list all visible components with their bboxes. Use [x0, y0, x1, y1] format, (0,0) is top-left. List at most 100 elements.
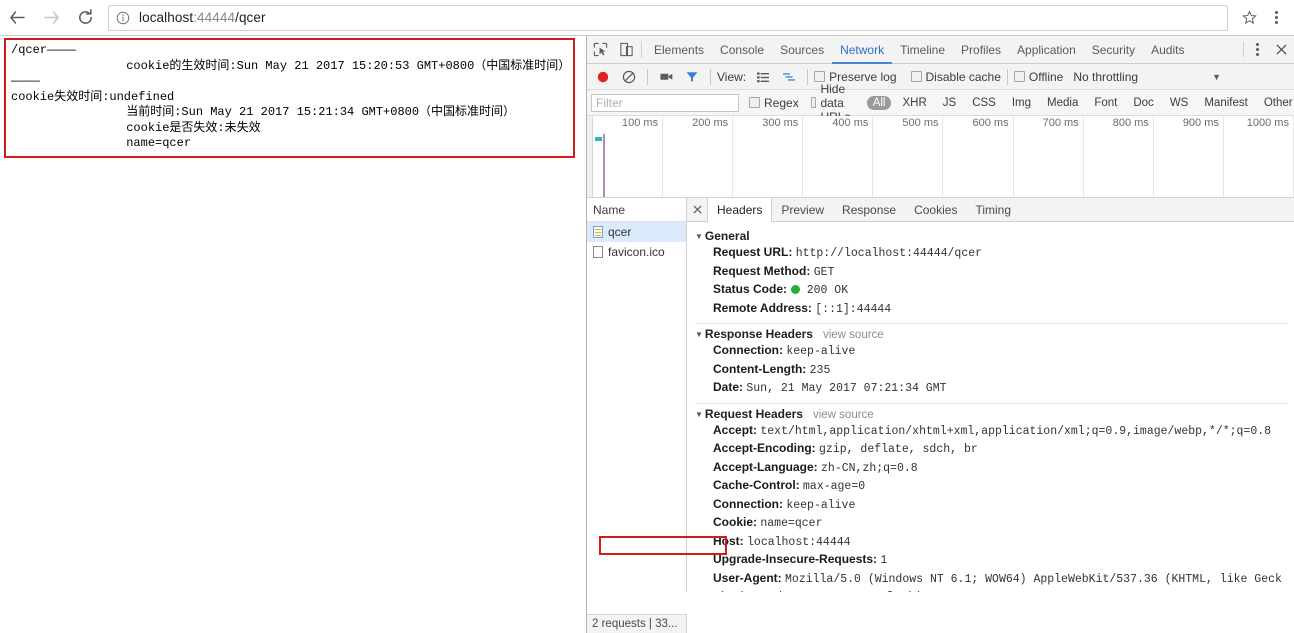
back-icon[interactable]: [0, 1, 34, 35]
request-row-favicon[interactable]: favicon.ico: [587, 242, 686, 262]
tab-console[interactable]: Console: [712, 37, 772, 64]
filter-doc[interactable]: Doc: [1128, 96, 1158, 110]
toggle-device-toolbar-icon[interactable]: [613, 36, 639, 63]
triangle-down-icon: ▼: [695, 330, 703, 339]
status-ok-dot-icon: [791, 285, 801, 294]
tick-label: 800 ms: [1112, 117, 1149, 129]
record-circle-icon[interactable]: [591, 65, 615, 89]
tab-audits[interactable]: Audits: [1143, 37, 1192, 64]
tick-label: 600 ms: [972, 117, 1009, 129]
checkbox-box: [1013, 71, 1025, 82]
header-remote-address: Remote Address: [::1]:44444: [713, 300, 892, 316]
tabbar-spacer: [1192, 36, 1241, 63]
info-circle-icon[interactable]: [115, 10, 131, 26]
tab-sources[interactable]: Sources: [772, 37, 832, 64]
header-user-agent: User-Agent: Mozilla/5.0 (Windows NT 6.1;…: [713, 570, 1282, 593]
details-tabbar: Headers Preview Response Cookies Timing: [687, 198, 1294, 222]
filter-font[interactable]: Font: [1089, 96, 1122, 110]
toolbar-divider: [641, 41, 642, 58]
view-source-link[interactable]: view source: [823, 329, 884, 341]
tab-timeline[interactable]: Timeline: [892, 37, 953, 64]
checkbox-box: [810, 97, 817, 108]
details-tab-headers[interactable]: Headers: [707, 198, 773, 222]
close-icon[interactable]: [1268, 36, 1294, 63]
header-upgrade-insecure-requests: Upgrade-Insecure-Requests: 1: [713, 552, 888, 567]
details-tab-cookies[interactable]: Cookies: [905, 198, 966, 221]
devtools-tabbar: Elements Console Sources Network Timelin…: [587, 36, 1294, 64]
list-view-icon[interactable]: [751, 65, 775, 89]
header-request-method: Request Method: GET: [713, 263, 835, 279]
dom-content-loaded-marker: [603, 134, 605, 197]
bookmark-star-icon[interactable]: [1236, 6, 1262, 30]
inspect-element-icon[interactable]: [587, 36, 613, 63]
filter-input[interactable]: [591, 93, 739, 112]
details-tab-preview[interactable]: Preview: [772, 198, 833, 221]
reload-icon[interactable]: [68, 1, 102, 35]
section-divider: [695, 402, 1288, 404]
tick-label: 100 ms: [622, 117, 659, 129]
tab-profiles[interactable]: Profiles: [953, 37, 1009, 64]
header-connection-response: Connection: keep-alive: [713, 343, 856, 358]
forward-icon[interactable]: [34, 1, 68, 35]
tick-label: 300 ms: [762, 117, 799, 129]
details-tab-response[interactable]: Response: [833, 198, 905, 221]
request-row-qcer[interactable]: qcer: [587, 222, 686, 242]
filter-xhr[interactable]: XHR: [897, 96, 931, 110]
filter-css[interactable]: CSS: [967, 96, 1001, 110]
header-accept-encoding: Accept-Encoding: gzip, deflate, sdch, br: [713, 441, 978, 456]
kebab-menu-icon[interactable]: [1246, 36, 1268, 63]
regex-checkbox[interactable]: Regex: [749, 96, 799, 110]
header-accept: Accept: text/html,application/xhtml+xml,…: [713, 422, 1272, 438]
header-date: Date: Sun, 21 May 2017 07:21:34 GMT: [713, 380, 947, 395]
filter-img[interactable]: Img: [1007, 96, 1036, 110]
response-headers-section-header[interactable]: ▼ Response Headers view source: [695, 327, 1294, 341]
tab-network[interactable]: Network: [832, 37, 893, 64]
request-list-panel: Name qcer favicon.ico: [587, 198, 687, 592]
tabbar-divider-right: [1243, 42, 1244, 57]
general-section-header[interactable]: ▼ General: [695, 229, 1294, 243]
header-accept-language: Accept-Language: zh-CN,zh;q=0.8: [713, 459, 918, 475]
filter-other[interactable]: Other: [1259, 96, 1294, 110]
header-cache-control: Cache-Control: max-age=0: [713, 478, 866, 493]
network-timeline-overview[interactable]: 100 ms 200 ms 300 ms 400 ms 500 ms 600 m…: [587, 116, 1294, 198]
chrome-menu-icon[interactable]: [1262, 1, 1290, 35]
header-status-code: Status Code: 200 OK: [713, 282, 849, 297]
headers-content: ▼ General Request URL: http://localhost:4…: [687, 222, 1294, 592]
waterfall-view-icon[interactable]: [777, 65, 801, 89]
tick-label: 1000 ms: [1246, 117, 1289, 129]
url-text: localhost:44444/qcer: [139, 10, 266, 25]
tick-label: 700 ms: [1042, 117, 1079, 129]
load-event-marker: [595, 137, 602, 141]
tab-elements[interactable]: Elements: [646, 37, 712, 64]
filter-media[interactable]: Media: [1042, 96, 1083, 110]
close-details-icon[interactable]: [687, 198, 707, 221]
filter-manifest[interactable]: Manifest: [1199, 96, 1252, 110]
view-source-link[interactable]: view source: [813, 409, 874, 421]
offline-checkbox[interactable]: Offline: [1013, 70, 1063, 84]
request-headers-section-header[interactable]: ▼ Request Headers view source: [695, 407, 1294, 421]
tab-application[interactable]: Application: [1009, 37, 1084, 64]
clear-prohibited-icon[interactable]: [617, 65, 641, 89]
column-header-name[interactable]: Name: [587, 198, 686, 222]
filter-all[interactable]: All: [866, 95, 892, 110]
header-cookie: Cookie: name=qcer: [713, 515, 823, 530]
funnel-filter-icon[interactable]: [680, 65, 704, 89]
tab-security[interactable]: Security: [1084, 37, 1143, 64]
throttling-select-value[interactable]: No throttling: [1073, 70, 1138, 84]
disable-cache-checkbox[interactable]: Disable cache: [910, 70, 1001, 84]
resource-type-filters: All XHR JS CSS Img Media Font Doc WS Man…: [864, 95, 1294, 110]
checkbox-box: [814, 71, 826, 82]
address-bar[interactable]: localhost:44444/qcer: [108, 4, 1228, 31]
camera-icon[interactable]: [654, 65, 678, 89]
filter-js[interactable]: JS: [938, 96, 961, 110]
details-tab-timing[interactable]: Timing: [966, 198, 1020, 221]
chevron-down-icon[interactable]: ▼: [1212, 72, 1221, 82]
filter-ws[interactable]: WS: [1165, 96, 1194, 110]
view-label: View:: [717, 69, 747, 84]
checkbox-box: [910, 71, 922, 82]
page-content-highlight-box: /qcer———— cookie的生效时间:Sun May 21 2017 15…: [4, 38, 575, 158]
tick-label: 400 ms: [832, 117, 869, 129]
toolbar-divider: [647, 68, 648, 85]
page-viewport: /qcer———— cookie的生效时间:Sun May 21 2017 15…: [0, 36, 586, 633]
network-filter-bar: Regex Hide data URLs All XHR JS CSS Img …: [587, 82, 1294, 124]
